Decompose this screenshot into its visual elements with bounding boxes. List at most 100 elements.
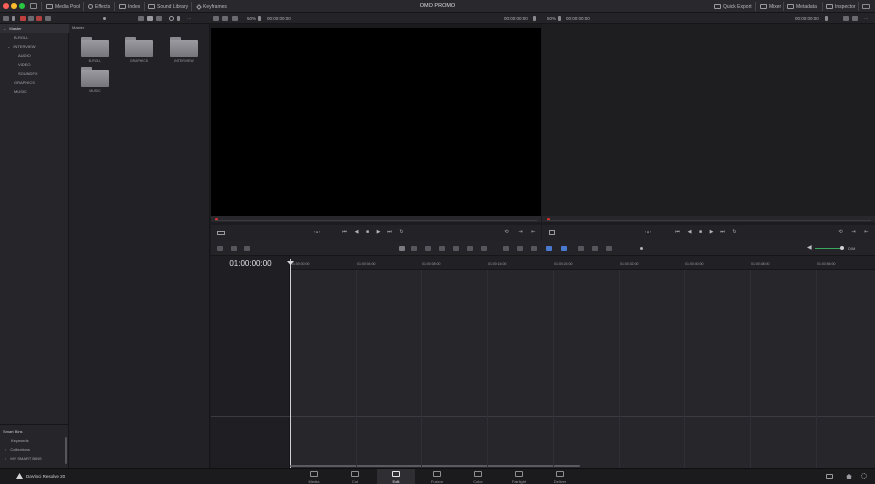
jog-icon[interactable]: ‹ ● › [641,230,655,235]
bin-item-music[interactable]: MUSIC [0,87,69,96]
bin-item-interview[interactable]: ⌄ INTERVIEW [0,42,69,51]
skip-end-icon[interactable]: ⏭ [720,230,725,235]
chevron-down-icon[interactable] [177,16,180,21]
panel-media-pool[interactable]: Media Pool [46,3,80,10]
timeline-tracks[interactable]: 01:00:00:00 01:00:04:00 01:00:08:00 01:00:1… [287,256,875,468]
more-options-icon[interactable]: ··· [864,16,869,21]
source-scrub-bar[interactable] [211,216,541,222]
panel-sound-library[interactable]: Sound Library [148,3,188,10]
aspect-icon[interactable] [217,231,225,235]
replace-clip-icon[interactable] [481,246,487,251]
match-frame-icon[interactable]: ⟲ [504,230,509,235]
overwrite-clip-icon[interactable] [467,246,473,251]
page-tab-fusion[interactable]: Fusion [418,469,456,484]
chevron-down-icon[interactable] [825,16,828,21]
sidebar-toggle-icon[interactable] [30,3,37,9]
list-mode-icon[interactable] [138,16,144,21]
expand-panel-icon[interactable] [862,4,870,9]
chevron-down-icon[interactable] [533,16,536,21]
thumbnail-mode-icon[interactable] [147,16,153,21]
page-tab-color[interactable]: Color [459,469,497,484]
insert-clip-icon[interactable] [453,246,459,251]
source-tape-icon[interactable] [222,16,228,21]
loop-icon[interactable]: ↻ [399,230,404,235]
folder-b-roll[interactable]: B-ROLL [81,36,111,64]
viewer-mode-icon[interactable] [852,16,858,21]
project-manager-icon[interactable] [826,474,833,479]
source-viewer[interactable] [211,28,541,216]
folder-graphics[interactable]: GRAPHICS [125,36,155,64]
timeline-playhead[interactable] [287,259,294,468]
in-point-icon[interactable]: ⇥ [851,230,856,235]
dynamic-trim-icon[interactable] [425,246,431,251]
minimize-window-button[interactable] [11,3,17,9]
smart-bin-keywords[interactable]: Keywords [0,436,69,445]
bin-scrollbar[interactable] [65,437,67,464]
close-window-button[interactable] [3,3,9,9]
home-icon[interactable] [846,474,852,479]
out-point-icon[interactable]: ⇤ [531,230,536,235]
skip-end-icon[interactable]: ⏭ [387,230,392,235]
zoom-custom-icon[interactable] [606,246,612,251]
speaker-icon[interactable]: ◀ [807,245,813,251]
skip-start-icon[interactable]: ⏮ [342,230,347,235]
zoom-window-button[interactable] [19,3,25,9]
smart-bin-my-smart-bins[interactable]: › MY SMART BINS [0,454,69,463]
page-tab-media[interactable]: Media [295,469,333,484]
bin-item-b-roll[interactable]: B-ROLL [0,33,69,42]
page-tab-edit[interactable]: Edit [377,469,415,484]
selection-tool-icon[interactable] [399,246,405,251]
link-icon[interactable] [843,16,849,21]
timeline-scrollbar[interactable] [290,465,580,467]
loop-icon[interactable]: ↻ [732,230,737,235]
list-view-icon[interactable] [3,16,9,21]
zoom-slider-handle[interactable] [640,247,643,250]
snapping-icon[interactable] [244,246,250,251]
timeline-ruler[interactable]: 01:00:00:00 01:00:04:00 01:00:08:00 01:00:1… [290,256,875,270]
more-options-icon[interactable]: ··· [187,16,192,21]
skip-start-icon[interactable]: ⏮ [675,230,680,235]
marker-color-icon[interactable] [561,246,567,251]
play-icon[interactable]: ▶ [376,230,381,235]
timeline-options-icon[interactable] [231,246,237,251]
page-tab-cut[interactable]: Cut [336,469,374,484]
play-reverse-icon[interactable]: ◀ [354,230,359,235]
bin-master[interactable]: ⌄ Master [0,24,69,33]
panel-keyframes[interactable]: Keyframes [196,3,227,10]
page-tab-fairlight[interactable]: Fairlight [500,469,538,484]
out-point-icon[interactable]: ⇤ [864,230,869,235]
metadata-view-icon[interactable] [28,16,34,21]
chevron-down-icon[interactable] [558,16,561,21]
bin-item-audio[interactable]: AUDIO [0,51,69,60]
page-tab-deliver[interactable]: Deliver [541,469,579,484]
bin-options-icon[interactable] [45,16,51,21]
bin-item-graphics[interactable]: GRAPHICS [0,78,69,87]
timeline-zoom-level[interactable]: 50% [547,16,556,21]
blade-tool-icon[interactable] [439,246,445,251]
folder-interview[interactable]: INTERVIEW [170,36,200,64]
source-zoom-level[interactable]: 50% [247,16,256,21]
stop-icon[interactable]: ■ [365,230,370,235]
panel-effects[interactable]: Effects [88,3,110,10]
trim-tool-icon[interactable] [411,246,417,251]
panel-mixer[interactable]: Mixer [760,3,781,10]
zoom-label[interactable]: DIM [848,246,855,251]
match-frame-icon[interactable]: ⟲ [838,230,843,235]
chevron-down-icon[interactable] [258,16,261,21]
smart-bin-collections[interactable]: › Collections [0,445,69,454]
record-icon[interactable] [20,16,26,21]
play-reverse-icon[interactable]: ◀ [687,230,692,235]
in-point-icon[interactable]: ⇥ [518,230,523,235]
panel-index[interactable]: Index [119,3,140,10]
search-icon[interactable] [169,16,174,21]
crop-icon[interactable] [549,230,555,235]
bin-item-soundfx[interactable]: SOUNDFX [0,69,69,78]
zoom-detail-icon[interactable] [592,246,598,251]
snap-icon[interactable] [503,246,509,251]
clip-viewer-icon[interactable] [232,16,238,21]
stop-icon[interactable]: ■ [698,230,703,235]
jog-icon[interactable]: ‹ ● › [310,230,324,235]
folder-music[interactable]: MUSIC [81,66,111,94]
chevron-down-icon[interactable] [12,16,15,21]
settings-gear-icon[interactable] [861,473,867,479]
